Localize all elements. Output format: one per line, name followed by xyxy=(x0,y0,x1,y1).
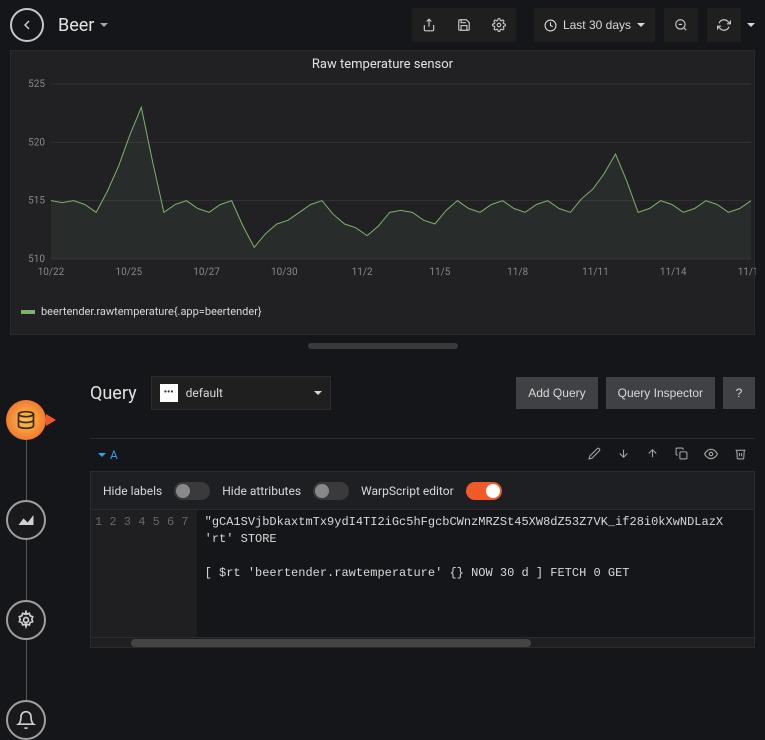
rail-tab-general[interactable] xyxy=(6,600,46,640)
database-icon xyxy=(16,410,36,430)
back-button[interactable] xyxy=(10,8,44,42)
datasource-picker[interactable]: ••• default xyxy=(151,376,331,410)
refresh-interval-caret[interactable] xyxy=(747,23,755,27)
time-range-label: Last 30 days xyxy=(563,18,631,32)
duplicate-query-button[interactable] xyxy=(675,447,688,464)
arrow-left-icon xyxy=(19,17,35,33)
dashboard-toolbar: Beer Last 30 days xyxy=(0,0,765,50)
datasource-logo-icon: ••• xyxy=(160,384,178,402)
query-options-bar: Hide labels Hide attributes WarpScript e… xyxy=(90,472,755,510)
warpscript-editor-label: WarpScript editor xyxy=(361,484,454,498)
svg-text:515: 515 xyxy=(28,196,45,207)
dashboard-title: Beer xyxy=(58,15,94,36)
refresh-button[interactable] xyxy=(707,8,741,42)
legend-series-label: beertender.rawtemperature{.app=beertende… xyxy=(41,305,262,318)
panel-resize-handle[interactable] xyxy=(308,343,458,349)
panel-title: Raw temperature sensor xyxy=(11,51,754,74)
chart-icon xyxy=(16,510,36,530)
hide-attributes-toggle[interactable] xyxy=(313,482,349,500)
share-button[interactable] xyxy=(412,8,446,42)
query-section-label: Query xyxy=(90,383,137,404)
settings-button[interactable] xyxy=(482,8,516,42)
hide-labels-label: Hide labels xyxy=(103,484,162,498)
add-query-button[interactable]: Add Query xyxy=(516,377,597,409)
rail-tab-queries[interactable] xyxy=(6,400,46,440)
svg-text:11/5: 11/5 xyxy=(429,267,450,278)
trash-icon xyxy=(734,447,747,460)
move-down-button[interactable] xyxy=(617,447,630,464)
query-header: Query ••• default Add Query Query Inspec… xyxy=(80,370,765,416)
datasource-name: default xyxy=(186,386,223,400)
query-row-header: A xyxy=(90,438,755,472)
query-help-button[interactable]: ? xyxy=(723,377,755,409)
time-range-picker[interactable]: Last 30 days xyxy=(534,8,655,42)
save-button[interactable] xyxy=(447,8,481,42)
pencil-icon xyxy=(588,447,601,460)
delete-query-button[interactable] xyxy=(734,447,747,464)
eye-icon xyxy=(704,447,718,461)
copy-icon xyxy=(675,447,688,460)
svg-text:10/25: 10/25 xyxy=(115,267,142,278)
rail-tab-alert[interactable] xyxy=(6,700,46,740)
query-toggle[interactable]: A xyxy=(98,448,118,462)
legend-color-swatch xyxy=(21,310,35,314)
caret-down-icon xyxy=(314,391,322,395)
gear-icon xyxy=(492,18,506,32)
arrow-up-icon xyxy=(646,447,659,460)
clock-icon xyxy=(544,19,557,32)
svg-text:510: 510 xyxy=(28,254,45,265)
move-up-button[interactable] xyxy=(646,447,659,464)
query-inspector-button[interactable]: Query Inspector xyxy=(606,377,715,409)
edit-query-button[interactable] xyxy=(588,447,601,464)
warpscript-editor-toggle[interactable] xyxy=(466,482,502,500)
svg-text:520: 520 xyxy=(28,137,45,148)
graph-panel: Raw temperature sensor 510 515 520 525 10/22… xyxy=(10,50,755,335)
bell-icon xyxy=(16,710,36,730)
hide-labels-toggle[interactable] xyxy=(174,482,210,500)
gear-icon xyxy=(16,610,36,630)
share-icon xyxy=(422,18,436,32)
svg-text:11/8: 11/8 xyxy=(507,267,528,278)
code-content[interactable]: "gCA1SVjbDkaxtmTx9ydI4TI2iGc5hFgcbCWnzMR… xyxy=(197,510,754,637)
svg-text:11/11: 11/11 xyxy=(582,267,609,278)
svg-text:11/2: 11/2 xyxy=(352,267,373,278)
caret-down-icon xyxy=(637,23,645,27)
code-gutter: 1 2 3 4 5 6 7 xyxy=(91,510,197,637)
toggle-visibility-button[interactable] xyxy=(704,447,718,464)
svg-text:10/22: 10/22 xyxy=(38,267,65,278)
rail-tab-visualization[interactable] xyxy=(6,500,46,540)
refresh-icon xyxy=(717,18,731,32)
svg-text:11/17: 11/17 xyxy=(738,267,756,278)
scrollbar-thumb[interactable] xyxy=(131,639,531,647)
arrow-down-icon xyxy=(617,447,630,460)
svg-text:10/30: 10/30 xyxy=(271,267,298,278)
caret-down-icon xyxy=(98,453,106,457)
horizontal-scrollbar[interactable] xyxy=(90,638,755,648)
dashboard-title-dropdown[interactable]: Beer xyxy=(58,15,108,36)
editor-tab-rail xyxy=(6,400,46,740)
save-icon xyxy=(457,18,471,32)
query-editor-area: Query ••• default Add Query Query Inspec… xyxy=(80,370,765,681)
svg-text:10/27: 10/27 xyxy=(193,267,220,278)
query-id-label: A xyxy=(110,448,118,462)
zoom-out-button[interactable] xyxy=(664,8,698,42)
zoom-out-icon xyxy=(674,18,688,32)
svg-text:11/14: 11/14 xyxy=(660,267,687,278)
hide-attributes-label: Hide attributes xyxy=(222,484,301,498)
caret-down-icon xyxy=(100,23,108,27)
warpscript-code-editor[interactable]: 1 2 3 4 5 6 7 "gCA1SVjbDkaxtmTx9ydI4TI2i… xyxy=(90,510,755,638)
svg-text:525: 525 xyxy=(28,79,45,90)
time-series-chart[interactable]: 510 515 520 525 10/22 10/25 10/27 10/30 11/2 11/5… xyxy=(21,74,756,299)
chart-legend[interactable]: beertender.rawtemperature{.app=beertende… xyxy=(11,299,754,334)
